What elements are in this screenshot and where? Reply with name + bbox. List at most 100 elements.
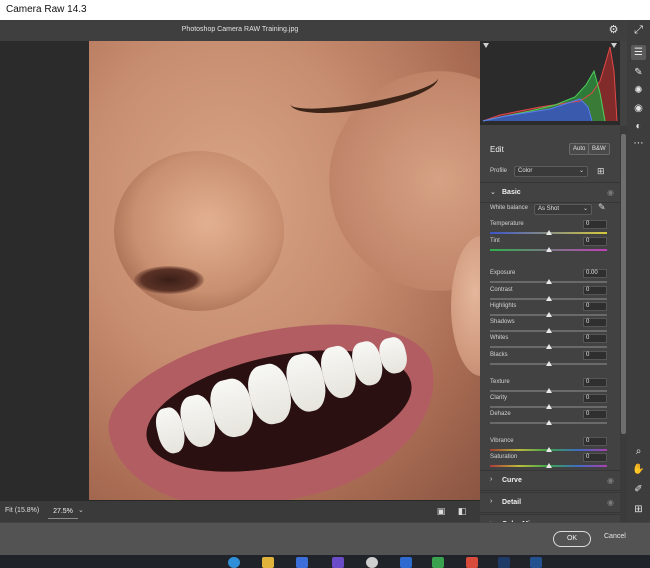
section-curve-title: Curve: [502, 477, 522, 484]
slider-value-shadows[interactable]: 0: [583, 318, 607, 327]
bw-button[interactable]: B&W: [588, 143, 610, 155]
taskbar-app-icon[interactable]: [432, 557, 444, 568]
taskbar-app-icon[interactable]: [262, 557, 274, 568]
chevron-down-icon: ⌄: [582, 206, 588, 212]
taskbar-app-icon[interactable]: [530, 557, 542, 568]
slider-value-dehaze[interactable]: 0: [583, 410, 607, 419]
fit-zoom-button[interactable]: Fit (15.8%): [5, 507, 39, 514]
slider-knob-tint[interactable]: [545, 247, 552, 252]
brush-icon[interactable]: ✎: [631, 65, 646, 80]
sliders-icon[interactable]: ☰: [631, 45, 646, 60]
window-title: Camera Raw 14.3: [6, 4, 87, 15]
slider-knob-exposure[interactable]: [545, 279, 552, 284]
slider-label-saturation: Saturation: [490, 454, 518, 460]
slider-value-exposure[interactable]: 0.00: [583, 269, 607, 278]
taskbar-app-icon[interactable]: [228, 557, 240, 568]
edit-header: Edit Auto B&W: [480, 139, 620, 159]
window-title-bar: Camera Raw 14.3: [0, 0, 650, 20]
chevron-down-icon[interactable]: ⌄: [78, 506, 84, 514]
redeye-icon[interactable]: ◉: [631, 101, 646, 116]
canvas-left-margin: [0, 41, 89, 501]
right-toolstrip: ⤢ ☰ ✎ ✺ ◉ ◐ ⋯ ⌕ ✋ ✐ ⊞: [627, 20, 650, 555]
slider-value-whites[interactable]: 0: [583, 334, 607, 343]
heal-icon[interactable]: ✺: [631, 83, 646, 98]
slider-label-contrast: Contrast: [490, 287, 513, 293]
slider-value-blacks[interactable]: 0: [583, 351, 607, 360]
slider-knob-temperature[interactable]: [545, 230, 552, 235]
expand-icon[interactable]: ⤢: [632, 24, 645, 37]
section-detail-header[interactable]: › Detail ◉: [480, 492, 620, 513]
more-icon[interactable]: ⋯: [631, 136, 646, 151]
visibility-eye-icon[interactable]: ◉: [607, 188, 614, 197]
slider-knob-blacks[interactable]: [545, 361, 552, 366]
section-basic-header[interactable]: ⌄ Basic ◉: [480, 182, 620, 203]
white-balance-label: White balance: [490, 205, 529, 211]
profile-label: Profile: [490, 168, 508, 174]
zoom-level-button[interactable]: 27.5%: [48, 504, 78, 519]
masking-icon[interactable]: ◐: [631, 119, 646, 134]
slider-knob-shadows[interactable]: [545, 328, 552, 333]
taskbar-app-icon[interactable]: [332, 557, 344, 568]
visibility-eye-icon[interactable]: ◉: [607, 476, 614, 485]
auto-button[interactable]: Auto: [569, 143, 590, 155]
taskbar-app-icon[interactable]: [296, 557, 308, 568]
slider-knob-contrast[interactable]: [545, 296, 552, 301]
single-view-icon[interactable]: ▣: [436, 506, 446, 516]
photo-nostril: [134, 266, 204, 294]
section-curve-header[interactable]: › Curve ◉: [480, 470, 620, 491]
slider-value-clarity[interactable]: 0: [583, 394, 607, 403]
chevron-down-icon: ⌄: [578, 168, 584, 174]
chevron-right-icon: ›: [490, 476, 493, 483]
hand-icon[interactable]: ✋: [631, 462, 646, 477]
slider-label-clarity: Clarity: [490, 395, 508, 401]
scrollbar-thumb[interactable]: [621, 134, 626, 434]
photo-preview[interactable]: [89, 41, 480, 500]
taskbar-app-icon[interactable]: [400, 557, 412, 568]
section-color-mixer-header[interactable]: ›Color Mixer◉: [480, 514, 620, 522]
slider-knob-vibrance[interactable]: [545, 447, 552, 452]
visibility-eye-icon[interactable]: ◉: [607, 498, 614, 507]
slider-knob-highlights[interactable]: [545, 312, 552, 317]
edit-title: Edit: [490, 145, 504, 154]
ok-button[interactable]: OK: [553, 531, 591, 547]
profile-browser-icon[interactable]: ⊞: [597, 166, 605, 177]
taskbar-app-icon[interactable]: [498, 557, 510, 568]
slider-label-exposure: Exposure: [490, 270, 516, 276]
sampler-icon[interactable]: ✐: [631, 482, 646, 497]
document-title: Photoshop Camera RAW Training.jpg: [181, 26, 299, 33]
slider-value-temperature[interactable]: 0: [583, 220, 607, 229]
profile-select[interactable]: Color ⌄: [514, 166, 588, 177]
slider-value-tint[interactable]: 0: [583, 237, 607, 246]
grid-icon[interactable]: ⊞: [631, 502, 646, 517]
slider-knob-dehaze[interactable]: [545, 420, 552, 425]
taskbar-app-icon[interactable]: [366, 557, 378, 568]
slider-label-vibrance: Vibrance: [490, 438, 514, 444]
edit-panel: Edit Auto B&W Profile Color ⌄ ⊞ ⌄ Basic …: [480, 41, 627, 522]
eyedropper-icon[interactable]: ✎: [598, 202, 606, 213]
slider-knob-clarity[interactable]: [545, 404, 552, 409]
gear-icon[interactable]: ⚙: [607, 24, 620, 37]
panel-scrollbar[interactable]: [620, 126, 627, 522]
slider-knob-texture[interactable]: [545, 388, 552, 393]
slider-value-contrast[interactable]: 0: [583, 286, 607, 295]
slider-value-texture[interactable]: 0: [583, 378, 607, 387]
chevron-down-icon: ⌄: [490, 189, 496, 196]
slider-knob-whites[interactable]: [545, 344, 552, 349]
taskbar-app-icon[interactable]: [466, 557, 478, 568]
slider-label-tint: Tint: [490, 238, 500, 244]
cancel-button[interactable]: Cancel: [604, 533, 626, 540]
zoom-icon[interactable]: ⌕: [631, 444, 646, 459]
chevron-right-icon: ›: [490, 498, 493, 505]
document-header: Photoshop Camera RAW Training.jpg ⚙: [0, 20, 627, 41]
camera-raw-app: Photoshop Camera RAW Training.jpg ⚙ Edit…: [0, 20, 650, 555]
slider-label-blacks: Blacks: [490, 352, 508, 358]
slider-knob-saturation[interactable]: [545, 463, 552, 468]
dialog-footer: OK Cancel: [0, 522, 650, 555]
slider-value-saturation[interactable]: 0: [583, 453, 607, 462]
white-balance-select[interactable]: As Shot ⌄: [534, 204, 592, 215]
image-canvas[interactable]: [0, 41, 480, 501]
slider-value-vibrance[interactable]: 0: [583, 437, 607, 446]
slider-value-highlights[interactable]: 0: [583, 302, 607, 311]
before-after-icon[interactable]: ◧: [457, 506, 467, 516]
canvas-footer: Fit (15.8%) 27.5% ⌄ ▣ ◧: [0, 501, 480, 522]
